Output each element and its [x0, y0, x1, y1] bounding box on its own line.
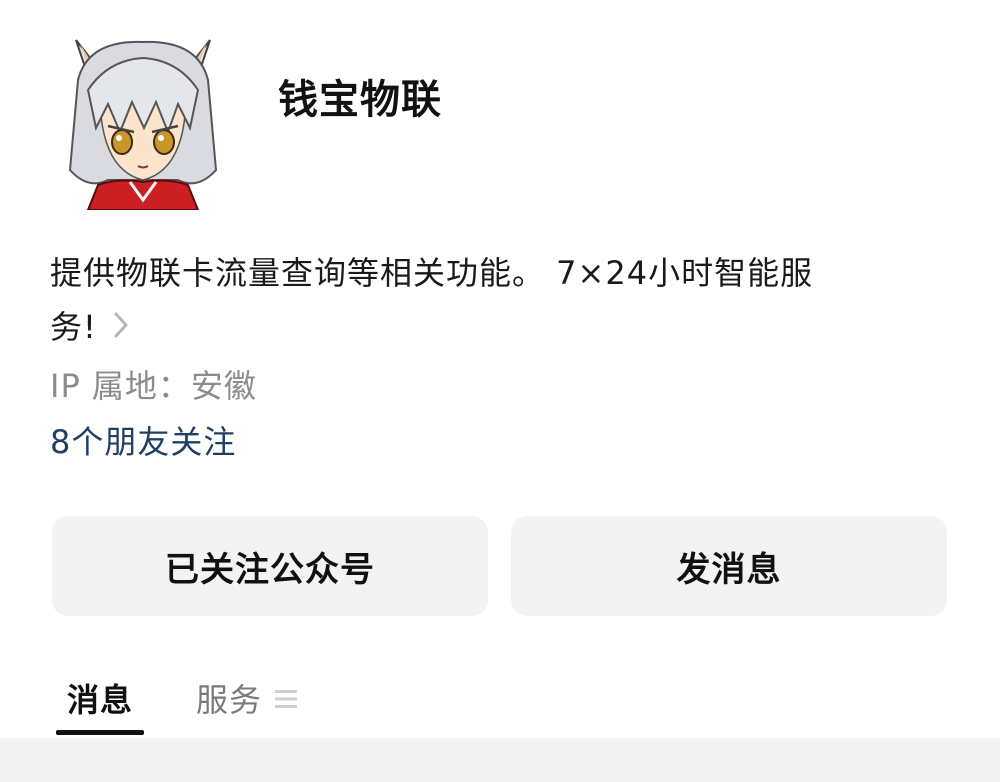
tab-services-label: 服务	[196, 681, 263, 719]
tab-messages[interactable]: 消息	[56, 668, 144, 732]
menu-icon	[274, 688, 298, 710]
followed-account-button[interactable]: 已关注公众号	[52, 516, 488, 616]
content-area-background	[0, 738, 1000, 782]
chevron-right-icon[interactable]	[111, 310, 131, 340]
tab-services[interactable]: 服务	[196, 668, 298, 732]
friends-following-link[interactable]: 8个朋友关注	[50, 418, 236, 466]
description-line-2: 务!	[50, 308, 97, 346]
account-description[interactable]: 提供物联卡流量查询等相关功能。 7×24小时智能服 务!	[50, 246, 930, 354]
description-line-2-wrapper: 务!	[50, 300, 930, 354]
avatar[interactable]	[58, 20, 228, 210]
avatar-illustration	[61, 38, 225, 210]
active-tab-indicator	[56, 730, 144, 735]
send-message-button[interactable]: 发消息	[511, 516, 947, 616]
description-line-1: 提供物联卡流量查询等相关功能。 7×24小时智能服	[50, 254, 814, 292]
ip-location: IP 属地：安徽	[50, 367, 257, 405]
official-account-profile-page: 钱宝物联 提供物联卡流量查询等相关功能。 7×24小时智能服 务! IP 属地：…	[0, 0, 1000, 782]
content-tabs: 消息 服务	[0, 668, 1000, 736]
account-name: 钱宝物联	[278, 77, 442, 123]
